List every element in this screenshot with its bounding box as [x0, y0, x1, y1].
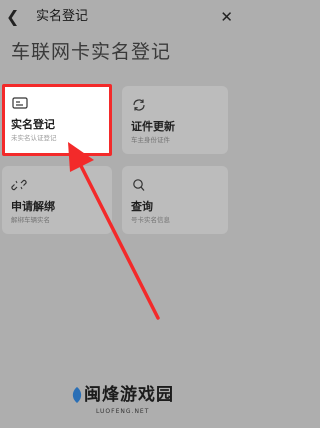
watermark-text: 闽烽游戏园 [84, 385, 174, 405]
annotation-arrow [68, 142, 160, 320]
watermark: 闽烽游戏园 LUOFENG.NET [70, 384, 195, 426]
watermark-logo-icon [72, 387, 82, 403]
watermark-subtext: LUOFENG.NET [96, 408, 150, 415]
